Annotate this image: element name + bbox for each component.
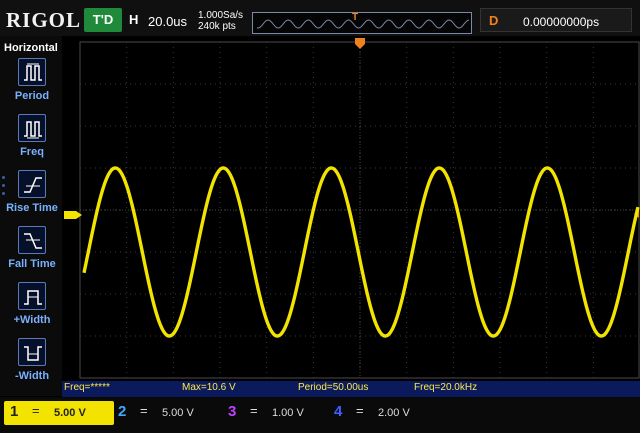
rise-time-icon — [18, 170, 46, 198]
memory-overview[interactable] — [252, 12, 472, 34]
coupling-icon: = — [32, 403, 40, 418]
trigger-status-badge: T'D — [84, 8, 122, 32]
memory-overview-waveform — [256, 19, 470, 29]
coupling-icon: = — [250, 403, 258, 418]
waveform-display[interactable] — [62, 36, 640, 396]
menu-item-neg-width[interactable]: -Width — [4, 338, 60, 390]
menu-item-label: Freq — [20, 146, 44, 158]
pos-width-icon — [18, 282, 46, 310]
fall-time-icon — [18, 226, 46, 254]
measurement-bar: Freq=***** Max=10.6 V Period=50.00us Fre… — [62, 381, 640, 397]
menu-item-label: Rise Time — [6, 202, 58, 214]
channel-number: 4 — [334, 403, 343, 420]
menu-item-label: -Width — [14, 370, 50, 382]
delay-box[interactable]: D 0.00000000ps — [480, 8, 632, 32]
coupling-icon: = — [356, 403, 364, 418]
period-icon — [18, 58, 46, 86]
channel-number: 1 — [10, 403, 19, 420]
measurement-freq: Freq=***** — [64, 382, 110, 393]
acquisition-info: 1.000Sa/s 240k pts — [198, 10, 243, 32]
menu-item-label: +Width — [13, 314, 51, 326]
channel-scale: 5.00 V — [54, 407, 86, 419]
memory-depth: 240k pts — [198, 21, 236, 32]
menu-item-pos-width[interactable]: +Width — [4, 282, 60, 334]
menu-item-freq[interactable]: Freq — [4, 114, 60, 166]
horizontal-scale[interactable]: 20.0us — [148, 14, 187, 29]
sample-rate: 1.000Sa/s — [198, 10, 244, 21]
channel-2-status[interactable]: 2 = 5.00 V — [118, 401, 228, 425]
channel-number: 2 — [118, 403, 127, 420]
horizontal-indicator: H — [129, 12, 139, 27]
channel-scale: 2.00 V — [378, 407, 410, 419]
channel-1-offset-marker-icon[interactable] — [64, 211, 82, 219]
channel-1-status[interactable]: 1 = 5.00 V — [4, 401, 114, 425]
trigger-time-marker-icon[interactable] — [355, 38, 365, 49]
menu-item-label: Fall Time — [8, 258, 56, 270]
channel-scale: 5.00 V — [162, 407, 194, 419]
coupling-icon: = — [140, 403, 148, 418]
menu-item-fall-time[interactable]: Fall Time — [4, 226, 60, 278]
menu-item-rise-time[interactable]: Rise Time — [4, 170, 60, 222]
measurement-freq-value: Freq=20.0kHz — [414, 382, 478, 393]
menu-item-label: Period — [14, 90, 50, 102]
freq-icon — [18, 114, 46, 142]
delay-indicator: D — [489, 13, 499, 28]
channel-bar: 1 = 5.00 V 2 = 5.00 V 3 = 1.00 V 4 = 2.0… — [0, 397, 640, 433]
trigger-position-marker-icon: T — [352, 12, 359, 23]
top-status-bar: RIGOL T'D H 20.0us 1.000Sa/s 240k pts T … — [0, 0, 640, 36]
measurement-max: Max=10.6 V — [182, 382, 236, 393]
menu-title: Horizontal — [4, 42, 58, 54]
neg-width-icon — [18, 338, 46, 366]
menu-item-period[interactable]: Period — [4, 58, 60, 110]
delay-value: 0.00000000ps — [523, 15, 600, 29]
measurement-period: Period=50.00us — [298, 382, 369, 393]
channel-number: 3 — [228, 403, 237, 420]
channel-scale: 1.00 V — [272, 407, 304, 419]
channel-4-status[interactable]: 4 = 2.00 V — [334, 401, 444, 425]
brand-logo: RIGOL — [6, 8, 82, 32]
scope-graticule — [64, 38, 640, 379]
channel-3-status[interactable]: 3 = 1.00 V — [228, 401, 338, 425]
horizontal-menu: Horizontal Period Freq Rise Time Fall Ti… — [0, 36, 62, 396]
